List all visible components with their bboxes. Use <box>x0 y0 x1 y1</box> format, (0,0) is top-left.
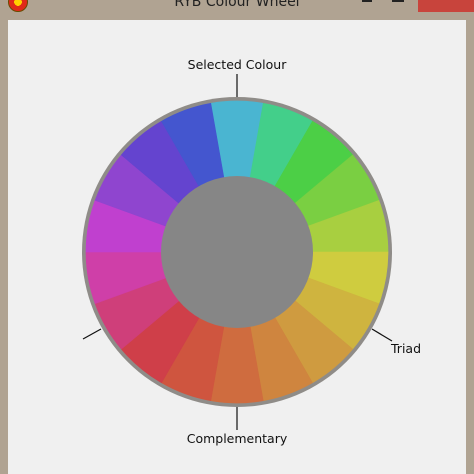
triad-marker-left <box>82 328 102 340</box>
app-window: RYB Colour Wheel Selected Colour Complem… <box>0 0 474 474</box>
selected-colour-label: Selected Colour <box>188 57 288 72</box>
complementary-label: Complementary <box>187 431 288 446</box>
triad-label: Triad <box>390 341 421 356</box>
colour-wheel[interactable]: Selected Colour Complementary Triad <box>0 0 474 474</box>
triad-marker <box>371 328 393 342</box>
wheel-hub <box>161 176 313 328</box>
